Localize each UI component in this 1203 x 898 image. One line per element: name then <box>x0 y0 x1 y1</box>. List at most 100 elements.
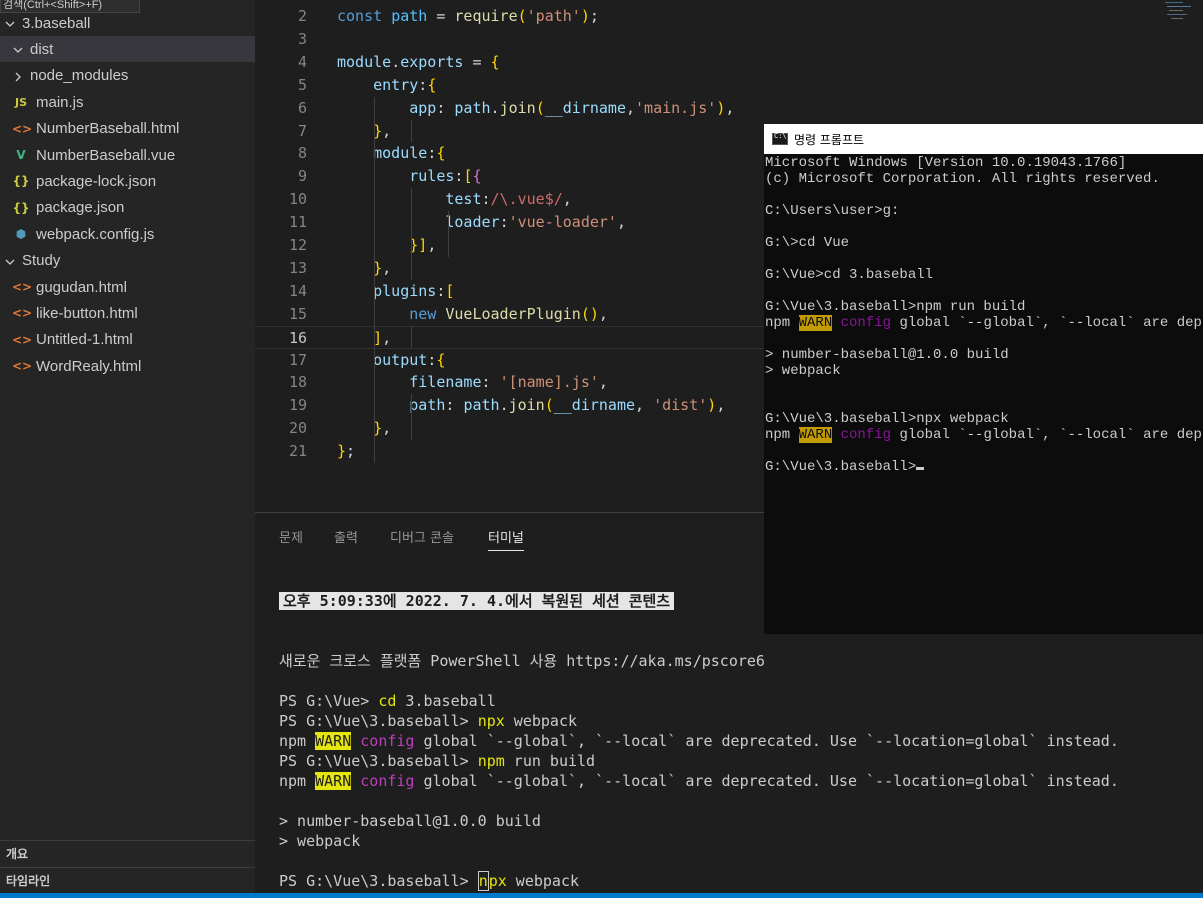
vue-file-icon: V <box>16 148 26 162</box>
code-text: loader:'vue-loader', <box>445 213 626 232</box>
tree-item-label: 3.baseball <box>22 14 91 32</box>
tab-debug-console[interactable]: 디버그 콘솔 <box>390 527 454 551</box>
code-line: 5 entry:{ <box>255 74 1203 97</box>
line-number: 19 <box>288 396 307 415</box>
tree-item-label: NumberBaseball.vue <box>36 146 176 164</box>
cmd-line: G:\Vue>cd 3.baseball <box>765 267 934 283</box>
tab-problems[interactable]: 문제 <box>279 527 303 551</box>
code-text: }], <box>409 236 437 254</box>
tab-terminal[interactable]: 터미널 <box>488 527 524 551</box>
cmd-line: C:\Users\user>g: <box>765 203 900 219</box>
outline-panel-header[interactable]: 개요 <box>0 840 255 867</box>
line-number: 4 <box>297 52 307 71</box>
json-file-icon: {} <box>12 174 30 189</box>
tree-file[interactable]: {} package.json <box>0 195 255 221</box>
cmd-title-bar[interactable]: 명령 프롬프트 <box>764 124 1203 154</box>
tree-folder[interactable]: 3.baseball <box>0 10 255 36</box>
cmd-prompt-line: G:\Vue\3.baseball> <box>765 459 925 475</box>
terminal-prompt-line: PS G:\Vue\3.baseball> npx webpack <box>279 871 580 891</box>
chevron-right-icon <box>12 70 24 82</box>
timeline-panel-header[interactable]: 타임라인 <box>0 867 255 894</box>
terminal-line: > number-baseball@1.0.0 build <box>279 812 541 830</box>
code-text: plugins:[ <box>373 281 455 300</box>
cmd-line: Microsoft Windows [Version 10.0.19043.17… <box>765 155 1127 171</box>
line-number: 2 <box>297 7 307 25</box>
code-line: 3 <box>255 28 1203 51</box>
tab-output[interactable]: 출력 <box>334 527 358 551</box>
code-line: 6 app: path.join(__dirname,'main.js'), <box>255 97 1203 120</box>
terminal-line: PS G:\Vue\3.baseball> npm run build <box>279 752 596 770</box>
tree-folder[interactable]: Study <box>0 248 255 274</box>
line-number: 17 <box>288 350 307 369</box>
terminal-line: PS G:\Vue\3.baseball> npx webpack <box>279 712 578 730</box>
html-file-icon: <> <box>12 306 33 321</box>
status-bar <box>0 893 1203 898</box>
line-number: 11 <box>288 213 307 232</box>
cmd-line: npm WARN config global `--global`, `--lo… <box>765 315 1203 331</box>
tree-folder[interactable]: node_modules <box>0 63 255 89</box>
tree-item-label: dist <box>30 40 54 58</box>
terminal-restored-line: 오후 5:09:33에 2022. 7. 4.에서 복원된 세션 콘텐츠 <box>279 591 675 611</box>
terminal-line: npm WARN config global `--global`, `--lo… <box>279 772 1119 790</box>
tree-file[interactable]: <> gugudan.html <box>0 274 255 300</box>
chevron-down-icon <box>4 17 16 29</box>
html-file-icon: <> <box>12 280 33 294</box>
code-text: }, <box>373 121 392 140</box>
chevron-down-icon <box>4 255 16 267</box>
indent-guide <box>411 119 412 143</box>
tree-item-label: main.js <box>36 93 84 111</box>
line-number: 12 <box>288 236 307 254</box>
code-text: rules:[{ <box>409 167 482 186</box>
cmd-line: > number-baseball@1.0.0 build <box>765 347 1009 363</box>
webpack-config-icon: ⬢ <box>15 227 27 242</box>
terminal-line: PS G:\Vue> cd 3.baseball <box>279 692 496 710</box>
code-text: const path = require('path'); <box>337 7 599 25</box>
indent-guide <box>411 325 412 349</box>
line-number: 14 <box>288 281 307 300</box>
tree-folder[interactable]: dist <box>0 36 255 63</box>
line-number: 20 <box>288 419 307 438</box>
line-number: 7 <box>297 121 307 140</box>
line-number: 9 <box>297 167 307 186</box>
tree-file[interactable]: <> WordRealy.html <box>0 353 255 379</box>
tree-file[interactable]: <> like-button.html <box>0 300 255 326</box>
html-file-icon: <> <box>12 332 33 347</box>
line-number: 8 <box>297 144 307 163</box>
tree-item-label: node_modules <box>30 67 129 85</box>
line-number: 3 <box>297 29 307 48</box>
code-text: filename: '[name].js', <box>409 373 608 392</box>
tree-file[interactable]: ⬢ webpack.config.js <box>0 221 255 247</box>
line-number: 15 <box>288 304 307 323</box>
cmd-line: > webpack <box>765 363 841 379</box>
cmd-line: G:\Vue\3.baseball>npx webpack <box>765 411 1009 427</box>
indent-guide <box>374 96 375 463</box>
command-prompt-window[interactable]: 명령 프롬프트 Microsoft Windows [Version 10.0.… <box>764 124 1203 634</box>
json-file-icon: {} <box>12 200 30 215</box>
tree-item-label: package.json <box>36 199 125 217</box>
terminal-line: npm WARN config global `--global`, `--lo… <box>279 732 1119 750</box>
tree-item-label: Study <box>22 252 61 270</box>
tree-item-label: Untitled-1.html <box>36 331 133 349</box>
explorer-sidebar: 검색(Ctrl+<Shift>+F) 3.baseball dist node_mo… <box>0 0 255 898</box>
line-number: 21 <box>288 442 307 461</box>
tree-file[interactable]: <> NumberBaseball.html <box>0 116 255 142</box>
cmd-title: 명령 프롬프트 <box>794 132 865 147</box>
tree-item-label: WordRealy.html <box>36 357 142 375</box>
cmd-line: G:\Vue\3.baseball>npm run build <box>765 299 1026 315</box>
line-number: 13 <box>288 258 307 277</box>
html-file-icon: <> <box>12 121 33 136</box>
cmd-icon <box>772 132 788 145</box>
tree-file[interactable]: JS main.js <box>0 89 255 115</box>
tree-item-label: NumberBaseball.html <box>36 120 180 138</box>
js-file-icon: JS <box>14 95 27 109</box>
line-number: 18 <box>288 373 307 392</box>
code-text: output:{ <box>373 350 446 369</box>
cmd-line: (c) Microsoft Corporation. All rights re… <box>765 171 1160 187</box>
tree-file[interactable]: {} package-lock.json <box>0 168 255 194</box>
terminal-cursor: n <box>477 871 489 891</box>
tree-file[interactable]: <> Untitled-1.html <box>0 327 255 353</box>
cmd-line: npm WARN config global `--global`, `--lo… <box>765 427 1203 443</box>
tree-file[interactable]: V NumberBaseball.vue <box>0 142 255 168</box>
code-text: entry:{ <box>373 75 437 94</box>
code-text: module:{ <box>373 144 446 163</box>
